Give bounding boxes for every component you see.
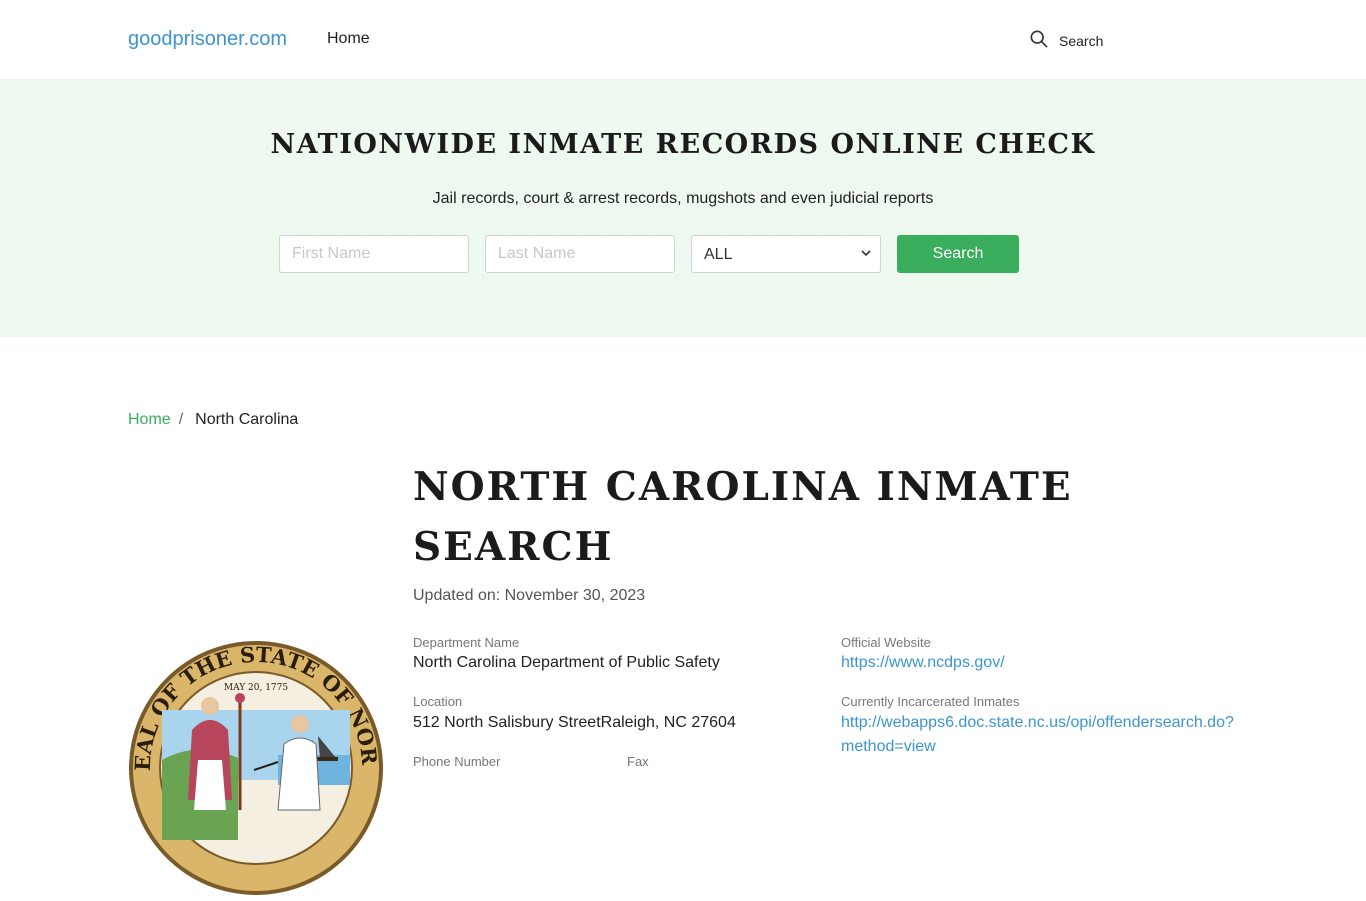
updated-date: Updated on: November 30, 2023: [413, 587, 646, 604]
seal-date: MAY 20, 1775: [224, 683, 289, 693]
department-name-value: North Carolina Department of Public Safe…: [413, 654, 720, 671]
breadcrumb-separator: /: [178, 411, 184, 428]
breadcrumb-current: North Carolina: [195, 411, 299, 428]
north-carolina-state-seal: AT SEAL OF THE STATE OF NORTH C MAY 20, …: [118, 620, 384, 896]
official-website-label: Official Website: [841, 635, 931, 650]
last-name-input[interactable]: [485, 235, 675, 273]
official-website-link[interactable]: https://www.ncdps.gov/: [841, 651, 1251, 675]
hero-subtitle: Jail records, court & arrest records, mu…: [432, 190, 934, 207]
hero-search-banner: NATIONWIDE INMATE RECORDS ONLINE CHECK J…: [0, 80, 1366, 337]
incarcerated-inmates-link[interactable]: http://webapps6.doc.state.nc.us/opi/offe…: [841, 711, 1251, 759]
department-name-label: Department Name: [413, 635, 520, 650]
location-value: 512 North Salisbury StreetRaleigh, NC 27…: [413, 714, 736, 731]
state-select-control[interactable]: ALL: [692, 236, 880, 272]
search-button[interactable]: Search: [897, 235, 1019, 273]
fax-label: Fax: [627, 754, 649, 769]
search-icon: [1030, 30, 1048, 51]
header-search-label: Search: [1059, 32, 1104, 49]
header-search-button[interactable]: Search: [1030, 30, 1103, 51]
chevron-down-icon: [861, 250, 871, 257]
location-label: Location: [413, 694, 463, 709]
incarcerated-inmates-label: Currently Incarcerated Inmates: [841, 694, 1020, 709]
page-title: NORTH CAROLINA INMATE SEARCH: [413, 464, 1073, 570]
breadcrumb: Home / North Carolina: [128, 411, 298, 429]
phone-number-label: Phone Number: [413, 754, 501, 769]
hero-title: NATIONWIDE INMATE RECORDS ONLINE CHECK: [270, 129, 1096, 160]
site-logo-link[interactable]: goodprisoner.com: [128, 28, 287, 51]
state-select[interactable]: ALL: [691, 235, 881, 273]
top-navigation-bar: goodprisoner.com Home Search: [0, 0, 1366, 80]
first-name-input[interactable]: [279, 235, 469, 273]
nav-home-link[interactable]: Home: [327, 30, 370, 48]
breadcrumb-home-link[interactable]: Home: [128, 411, 171, 429]
